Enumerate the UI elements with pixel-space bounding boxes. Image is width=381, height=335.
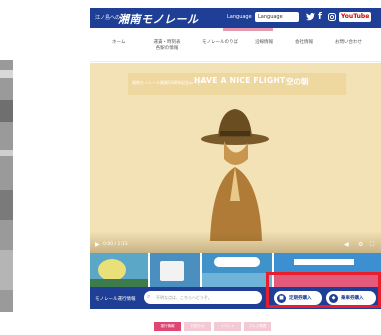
news-tabs: 運行情報 お知らせ イベント プレス発表: [154, 322, 271, 331]
tab-press[interactable]: プレス発表: [244, 322, 271, 331]
nav-item-home[interactable]: ホーム: [112, 40, 125, 46]
facebook-icon[interactable]: f: [318, 11, 322, 23]
hero-subtitle: 空の朝: [286, 77, 309, 86]
play-icon[interactable]: ▶: [95, 241, 100, 248]
hero-video[interactable]: 湘南モノレール開業50周年記念ムービー HAVE A NICE FLIGHT 空…: [90, 63, 381, 253]
banner-thumb[interactable]: [90, 253, 148, 287]
side-photo: [0, 60, 13, 312]
tab-news[interactable]: お知らせ: [184, 322, 211, 331]
accent-line: [223, 28, 273, 31]
search-placeholder: 不明な点は、こちらへどうぞ。: [156, 295, 212, 300]
language-label: Language: [227, 14, 252, 20]
nav-item-area[interactable]: 沿線情報: [255, 40, 273, 46]
nav-item-timetable[interactable]: 運賃・時刻表 各駅の情報: [152, 40, 182, 52]
settings-icon[interactable]: ⚙: [358, 241, 363, 248]
fullscreen-icon[interactable]: ⛶: [370, 241, 374, 249]
tab-operation[interactable]: 運行情報: [154, 322, 181, 331]
banner-thumb[interactable]: [202, 253, 272, 287]
video-controls: ▶ 0:00 / 1:13 ◀ ⚙ ⛶: [90, 231, 381, 253]
twitter-icon[interactable]: [306, 11, 315, 23]
search-icon: ⌕: [147, 293, 151, 300]
search-input[interactable]: ⌕ 不明な点は、こちらへどうぞ。: [144, 291, 262, 304]
operation-info-label: モノレール運行情報: [95, 297, 136, 302]
website-screenshot: 江ノ島への近道 湘南モノレール Language Language f YouT…: [90, 8, 381, 335]
language-select[interactable]: Language: [255, 12, 299, 22]
video-time: 0:00 / 1:13: [103, 242, 128, 247]
volume-icon[interactable]: ◀: [344, 241, 349, 248]
tab-event[interactable]: イベント: [214, 322, 241, 331]
hero-title: HAVE A NICE FLIGHT: [194, 76, 286, 85]
banner-thumb[interactable]: [150, 253, 200, 287]
instagram-icon[interactable]: [328, 11, 336, 23]
nav-item-contact[interactable]: お問い合わせ: [335, 40, 362, 46]
highlight-box: [266, 272, 381, 308]
youtube-icon[interactable]: YouTube: [339, 12, 372, 22]
screenshot-root: 江ノ島への近道 湘南モノレール Language Language f YouT…: [0, 0, 381, 335]
hat-man-illustration: [201, 109, 269, 241]
nav-item-company[interactable]: 会社情報: [295, 40, 313, 46]
global-nav: ホーム 運賃・時刻表 各駅の情報 モノレールのりば 沿線情報 会社情報 お問い合…: [90, 32, 381, 62]
site-logo[interactable]: 湘南モノレール: [118, 11, 199, 27]
nav-item-monorail[interactable]: モノレールのりば: [202, 40, 238, 46]
top-header: 江ノ島への近道 湘南モノレール Language Language f YouT…: [90, 8, 381, 28]
